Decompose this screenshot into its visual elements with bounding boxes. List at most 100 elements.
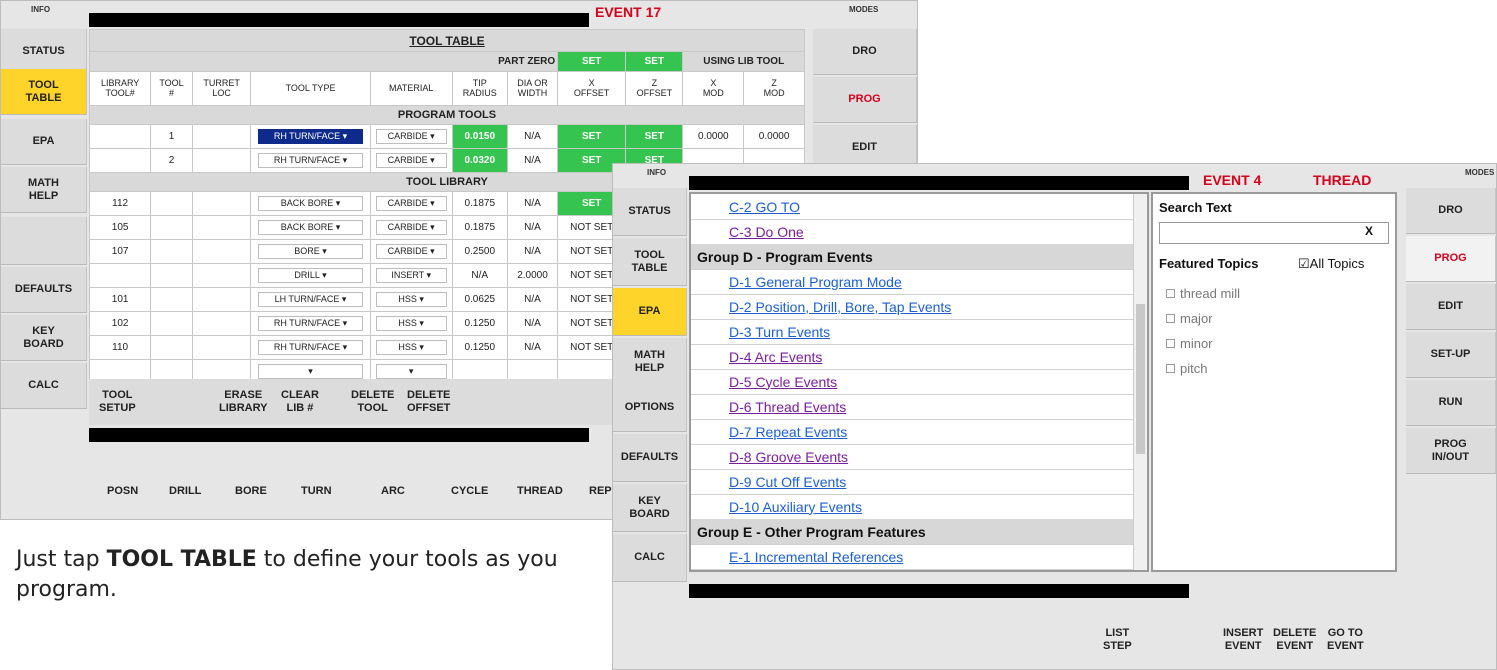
bottom-tab[interactable]: CYCLE xyxy=(451,485,488,498)
bottom-tab-2[interactable]: GO TO EVENT xyxy=(1327,627,1364,652)
table-cell[interactable]: HSS ▾ xyxy=(369,335,453,360)
right-menu-item-2[interactable]: DRO xyxy=(1406,188,1496,234)
table-cell[interactable]: HSS ▾ xyxy=(369,311,453,336)
epa-item[interactable]: C-2 GO TO xyxy=(691,194,1133,220)
erase-library-button[interactable]: ERASE LIBRARY xyxy=(219,389,267,414)
epa-item[interactable]: C-3 Do One xyxy=(691,219,1133,245)
right-menu-item-2[interactable]: RUN xyxy=(1406,380,1496,426)
tool-select[interactable]: ▾ xyxy=(257,364,364,379)
table-cell[interactable]: RH TURN/FACE ▾ xyxy=(250,311,371,336)
left-menu-item-2[interactable]: OPTIONS xyxy=(613,384,687,432)
bottom-tab-2[interactable]: LIST STEP xyxy=(1103,627,1132,652)
tool-select[interactable]: CARBIDE ▾ xyxy=(375,244,447,259)
topic-option[interactable]: thread mill xyxy=(1166,286,1240,301)
table-cell[interactable]: LH TURN/FACE ▾ xyxy=(250,287,371,312)
epa-item[interactable]: Group E - Other Program Features xyxy=(691,519,1133,545)
table-cell[interactable]: BACK BORE ▾ xyxy=(250,215,371,240)
tool-select[interactable]: RH TURN/FACE ▾ xyxy=(257,340,364,355)
bottom-tab-2[interactable]: DELETE EVENT xyxy=(1273,627,1316,652)
table-cell[interactable]: RH TURN/FACE ▾ xyxy=(250,148,371,173)
tool-select[interactable]: ▾ xyxy=(375,364,447,379)
topic-option[interactable]: minor xyxy=(1166,336,1213,351)
right-menu-item-2[interactable]: SET-UP xyxy=(1406,332,1496,378)
tool-select[interactable]: LH TURN/FACE ▾ xyxy=(257,292,364,307)
bottom-tab[interactable]: DRILL xyxy=(169,485,201,498)
tool-select[interactable]: BORE ▾ xyxy=(257,244,364,259)
epa-item[interactable]: D-5 Cycle Events xyxy=(691,369,1133,395)
left-menu-item[interactable]: KEY BOARD xyxy=(1,315,87,361)
left-menu-item[interactable]: TOOL TABLE xyxy=(1,69,87,115)
all-topics-checkbox[interactable]: ☑All Topics xyxy=(1298,256,1364,272)
search-clear-button[interactable]: X xyxy=(1365,224,1373,238)
table-cell[interactable]: CARBIDE ▾ xyxy=(369,124,453,149)
right-menu-item[interactable]: PROG xyxy=(813,77,917,123)
tool-select[interactable]: CARBIDE ▾ xyxy=(375,220,447,235)
set-x-button[interactable]: SET xyxy=(557,51,627,72)
left-menu-item-2[interactable]: KEY BOARD xyxy=(613,484,687,532)
left-menu-item[interactable] xyxy=(1,217,87,265)
table-row[interactable]: 1 RH TURN/FACE ▾ CARBIDE ▾ 0.0150 N/A SET SET 0… xyxy=(88,124,805,149)
left-menu-item[interactable]: MATH HELP xyxy=(1,167,87,213)
table-cell[interactable]: CARBIDE ▾ xyxy=(369,191,453,216)
left-menu-item-2[interactable]: CALC xyxy=(613,534,687,582)
right-menu-item-2[interactable]: EDIT xyxy=(1406,284,1496,330)
tool-select[interactable]: CARBIDE ▾ xyxy=(375,196,447,211)
tool-select[interactable]: HSS ▾ xyxy=(375,316,447,331)
tool-select[interactable]: RH TURN/FACE ▾ xyxy=(257,129,364,144)
epa-item[interactable]: D-9 Cut Off Events xyxy=(691,469,1133,495)
left-menu-item-2[interactable]: DEFAULTS xyxy=(613,434,687,482)
epa-item[interactable]: D-4 Arc Events xyxy=(691,344,1133,370)
table-cell[interactable]: RH TURN/FACE ▾ xyxy=(250,335,371,360)
epa-item[interactable]: Group D - Program Events xyxy=(691,244,1133,270)
bottom-tab[interactable]: THREAD xyxy=(517,485,563,498)
table-cell[interactable]: HSS ▾ xyxy=(369,287,453,312)
epa-item[interactable]: E-1 Incremental References xyxy=(691,544,1133,570)
search-input[interactable] xyxy=(1159,222,1389,244)
tool-select[interactable]: BACK BORE ▾ xyxy=(257,220,364,235)
epa-scroll-thumb[interactable] xyxy=(1136,304,1145,454)
left-menu-item-2[interactable]: TOOL TABLE xyxy=(613,238,687,286)
epa-item[interactable]: D-7 Repeat Events xyxy=(691,419,1133,445)
tool-select[interactable]: CARBIDE ▾ xyxy=(375,129,447,144)
epa-item[interactable]: D-10 Auxiliary Events xyxy=(691,494,1133,520)
left-menu-item-2[interactable]: EPA xyxy=(613,288,687,336)
tool-select[interactable]: RH TURN/FACE ▾ xyxy=(257,316,364,331)
tool-select[interactable]: RH TURN/FACE ▾ xyxy=(257,153,364,168)
table-cell[interactable]: INSERT ▾ xyxy=(369,263,453,288)
tool-setup-button[interactable]: TOOL SETUP xyxy=(99,389,136,414)
tool-select[interactable]: HSS ▾ xyxy=(375,292,447,307)
delete-offset-button[interactable]: DELETE OFFSET xyxy=(407,389,450,414)
table-cell[interactable]: CARBIDE ▾ xyxy=(369,148,453,173)
tool-select[interactable]: HSS ▾ xyxy=(375,340,447,355)
left-menu-item-2[interactable]: STATUS xyxy=(613,188,687,236)
table-cell[interactable]: RH TURN/FACE ▾ xyxy=(250,124,371,149)
bottom-tab[interactable]: ARC xyxy=(381,485,405,498)
epa-scrollbar[interactable] xyxy=(1133,194,1147,570)
topic-option[interactable]: pitch xyxy=(1166,361,1207,376)
table-cell[interactable]: DRILL ▾ xyxy=(250,263,371,288)
right-menu-item[interactable]: DRO xyxy=(813,29,917,75)
delete-tool-button[interactable]: DELETE TOOL xyxy=(351,389,394,414)
left-menu-item[interactable]: EPA xyxy=(1,119,87,165)
bottom-tab-2[interactable]: INSERT EVENT xyxy=(1223,627,1263,652)
left-menu-item[interactable]: CALC xyxy=(1,363,87,409)
right-menu-item-2[interactable]: PROG IN/OUT xyxy=(1406,428,1496,474)
left-menu-item[interactable]: DEFAULTS xyxy=(1,267,87,313)
left-menu-item-2[interactable]: MATH HELP xyxy=(613,338,687,386)
topic-option[interactable]: major xyxy=(1166,311,1213,326)
clear-lib-button[interactable]: CLEAR LIB # xyxy=(281,389,319,414)
table-cell[interactable]: CARBIDE ▾ xyxy=(369,239,453,264)
tool-select[interactable]: DRILL ▾ xyxy=(257,268,364,283)
table-cell[interactable]: BACK BORE ▾ xyxy=(250,191,371,216)
tool-select[interactable]: BACK BORE ▾ xyxy=(257,196,364,211)
epa-item[interactable]: D-8 Groove Events xyxy=(691,444,1133,470)
bottom-tab[interactable]: TURN xyxy=(301,485,332,498)
table-cell[interactable]: BORE ▾ xyxy=(250,239,371,264)
epa-item[interactable]: D-3 Turn Events xyxy=(691,319,1133,345)
tool-select[interactable]: CARBIDE ▾ xyxy=(375,153,447,168)
right-menu-item-2[interactable]: PROG xyxy=(1406,236,1496,282)
epa-item[interactable]: D-2 Position, Drill, Bore, Tap Events xyxy=(691,294,1133,320)
bottom-tab[interactable]: POSN xyxy=(107,485,138,498)
set-z-button[interactable]: SET xyxy=(625,51,684,72)
epa-item[interactable]: D-6 Thread Events xyxy=(691,394,1133,420)
